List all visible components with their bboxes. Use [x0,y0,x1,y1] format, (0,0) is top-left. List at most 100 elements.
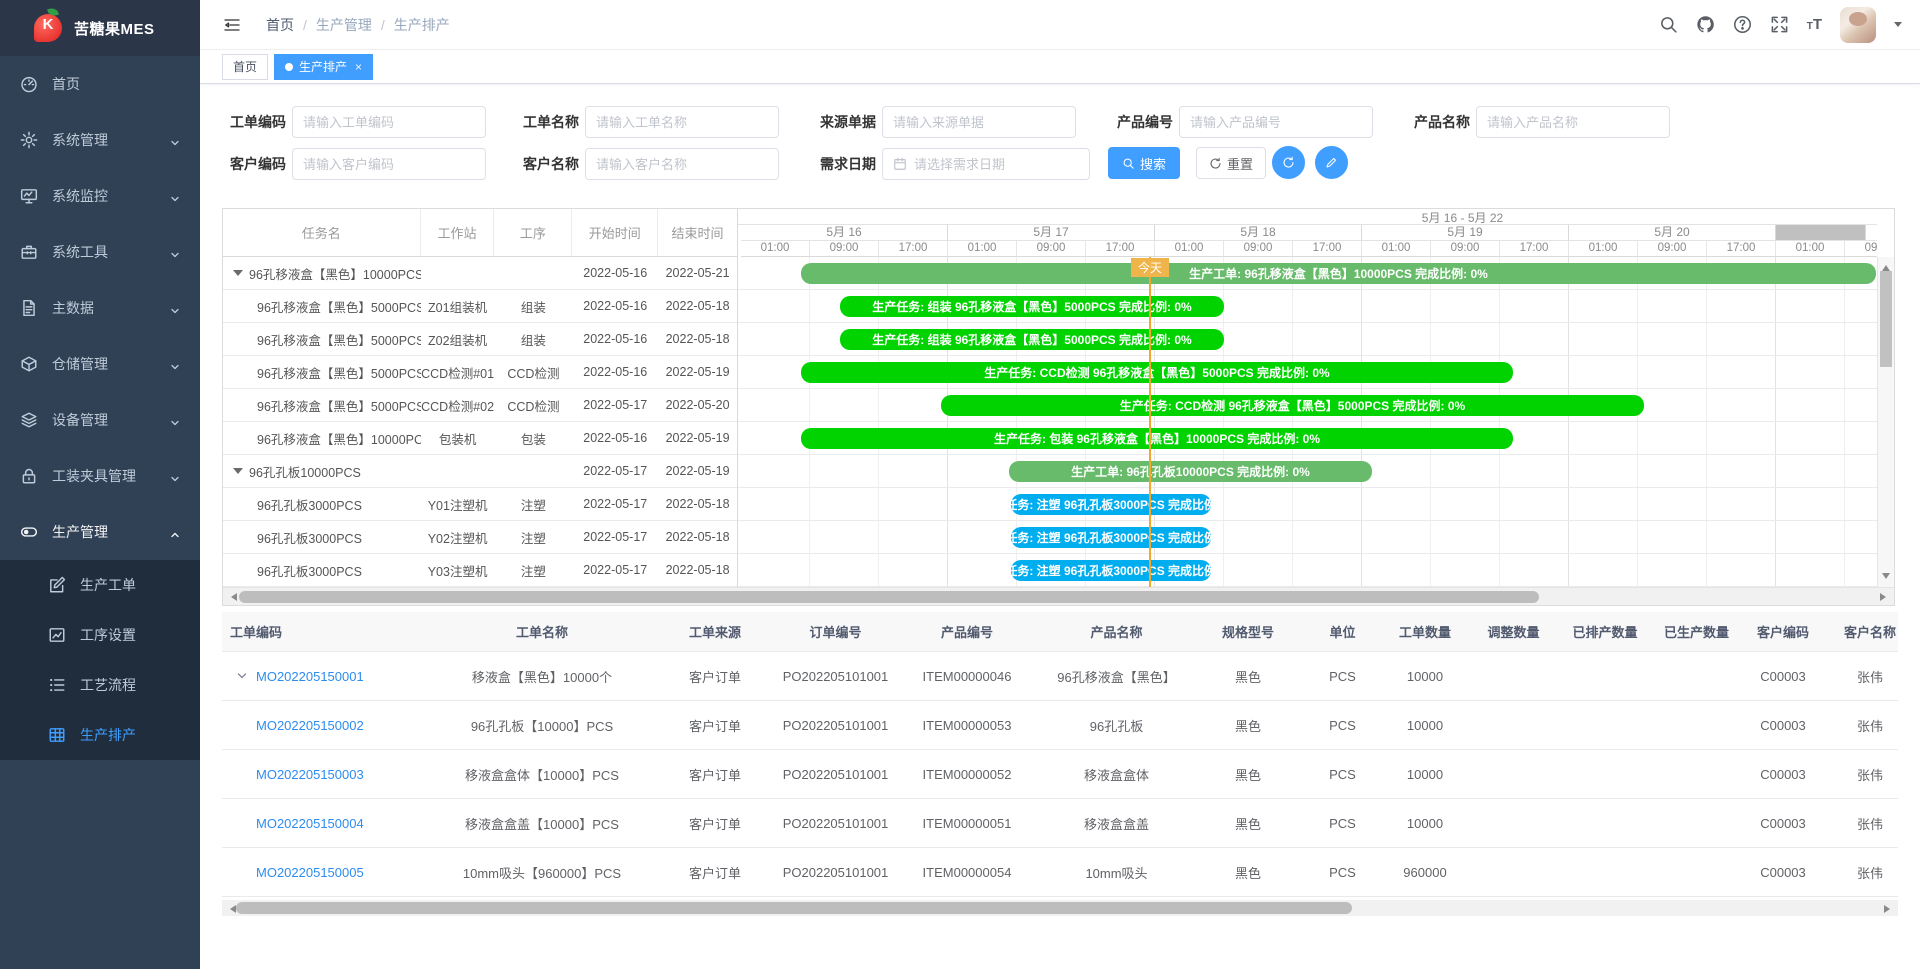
reset-button[interactable]: 重置 [1196,147,1266,179]
gantt-task-row[interactable]: 96孔孔板3000PCSY03注塑机注塑2022-05-172022-05-18 [223,554,737,587]
bar-label: 生产任务: 包装 96孔移液盒【黑色】10000PCS 完成比例: 0% [994,430,1320,447]
user-menu-caret-icon[interactable] [1894,22,1902,31]
edit-schedule-button[interactable] [1315,146,1348,179]
sidebar-item-system-mgmt[interactable]: 系统管理 [0,112,200,168]
breadcrumb-item[interactable]: 首页 [266,15,294,35]
user-avatar[interactable] [1840,7,1876,43]
gantt-task-row[interactable]: 96孔移液盒【黑色】5000PCSCCD检测#01CCD检测2022-05-16… [223,356,737,389]
work-order-link[interactable]: MO202205150001 [256,669,364,684]
gantt-task-row[interactable]: 96孔移液盒【黑色】10000PCS包装机包装2022-05-162022-05… [223,422,737,455]
gantt-horizontal-scrollbar[interactable] [223,587,1894,605]
gantt-task-row[interactable]: 96孔移液盒【黑色】5000PCSCCD检测#02CCD检测2022-05-17… [223,389,737,422]
github-icon[interactable] [1696,15,1715,34]
sidebar-item-production-mgmt[interactable]: 生产管理 [0,504,200,560]
table-horizontal-scrollbar[interactable] [222,900,1898,916]
process-cell: CCD检测 [495,363,573,382]
process-cell: 注塑 [495,495,573,514]
work-order-name-input[interactable]: 请输入工单名称 [585,106,779,138]
task-bar[interactable]: 生产任务: CCD检测 96孔移液盒【黑色】5000PCS 完成比例: 0% [801,362,1513,383]
task-bar[interactable]: 生产任务: 注塑 96孔孔板3000PCS 完成比例: 0% [1011,494,1211,515]
sidebar-item-warehouse-mgmt[interactable]: 仓储管理 [0,336,200,392]
row-expand-icon[interactable] [236,670,248,682]
collapse-caret-icon[interactable] [233,270,243,281]
customer-code-input[interactable]: 请输入客户编码 [292,148,486,180]
task-bar[interactable]: 生产任务: 组装 96孔移液盒【黑色】5000PCS 完成比例: 0% [840,329,1224,350]
customer-name-input[interactable]: 请输入客户名称 [585,148,779,180]
sidebar-item-master-data[interactable]: 主数据 [0,280,200,336]
collapse-caret-icon[interactable] [233,468,243,479]
product-name-input[interactable]: 请输入产品名称 [1476,106,1670,138]
table-row[interactable]: MO20220515000510mm吸头【960000】PCS客户订单PO202… [222,848,1898,897]
table-row[interactable]: MO20220515000296孔孔板【10000】PCS客户订单PO20220… [222,701,1898,750]
gantt-task-row[interactable]: 96孔孔板3000PCSY02注塑机注塑2022-05-172022-05-18 [223,521,737,554]
table-row[interactable]: MO202205150003移液盒盒体【10000】PCS客户订单PO20220… [222,750,1898,799]
work-order-bar[interactable]: 生产工单: 96孔孔板10000PCS 完成比例: 0% [1009,461,1372,482]
scroll-up-arrow[interactable] [1882,261,1890,271]
table-column-header: 产品编号 [894,622,1040,641]
gantt-task-row[interactable]: 96孔移液盒【黑色】10000PCS2022-05-162022-05-21 [223,257,737,290]
sidebar-item-process-setting[interactable]: 工序设置 [0,610,200,660]
demand-date-input[interactable]: 请选择需求日期 [882,148,1090,180]
sidebar-collapse-icon[interactable] [222,17,242,33]
table-column-header: 订单编号 [777,622,894,641]
search-icon[interactable] [1659,15,1678,34]
fullscreen-icon[interactable] [1770,15,1789,34]
gantt-task-row[interactable]: 96孔孔板3000PCSY01注塑机注塑2022-05-172022-05-18 [223,488,737,521]
task-name-cell: 96孔移液盒【黑色】5000PCS [223,396,421,415]
pen-icon [1325,156,1338,169]
work-order-link[interactable]: MO202205150004 [256,816,364,831]
work-order-link[interactable]: MO202205150005 [256,865,364,880]
work-order-bar[interactable]: 生产工单: 96孔移液盒【黑色】10000PCS 完成比例: 0% [801,263,1876,284]
gantt-task-row[interactable]: 96孔移液盒【黑色】5000PCSZ01组装机组装2022-05-162022-… [223,290,737,323]
scroll-right-arrow[interactable] [1884,905,1894,913]
sidebar-item-fixture-mgmt[interactable]: 工装夹具管理 [0,448,200,504]
dashboard-icon [20,75,38,93]
sidebar-item-work-order[interactable]: 生产工单 [0,560,200,610]
sidebar-item-process-flow[interactable]: 工艺流程 [0,660,200,710]
work-order-link[interactable]: MO202205150003 [256,767,364,782]
task-bar[interactable]: 生产任务: 注塑 96孔孔板3000PCS 完成比例: 0% [1011,527,1211,548]
work-order-code-input[interactable]: 请输入工单编码 [292,106,486,138]
scroll-down-arrow[interactable] [1882,573,1890,583]
breadcrumb-item[interactable]: 生产排产 [394,15,450,35]
cell-qty: 10000 [1382,816,1468,831]
search-button[interactable]: 搜索 [1108,147,1180,179]
scroll-left-arrow[interactable] [226,905,236,913]
scrollbar-thumb[interactable] [236,902,1352,914]
sidebar: K 苦糖果MES 首页系统管理系统监控系统工具主数据仓储管理设备管理工装夹具管理… [0,0,200,969]
chevron-down-icon [170,191,180,201]
work-order-link[interactable]: MO202205150002 [256,718,364,733]
task-bar[interactable]: 生产任务: 注塑 96孔孔板3000PCS 完成比例: 0% [1011,560,1211,581]
sidebar-item-system-monitor[interactable]: 系统监控 [0,168,200,224]
refresh-gantt-button[interactable] [1272,146,1305,179]
scrollbar-thumb[interactable] [239,591,1539,603]
breadcrumb-item[interactable]: 生产管理 [316,15,372,35]
sidebar-item-production-schedule[interactable]: 生产排产 [0,710,200,760]
source-doc-input[interactable]: 请输入来源单据 [882,106,1076,138]
start-time-cell: 2022-05-16 [572,332,658,346]
scrollbar-thumb[interactable] [1880,271,1892,367]
help-icon[interactable] [1733,15,1752,34]
tab-production-schedule[interactable]: 生产排产× [274,54,373,80]
start-time-cell: 2022-05-17 [572,563,658,577]
font-size-icon[interactable]: TT [1807,16,1822,33]
sidebar-item-home[interactable]: 首页 [0,56,200,112]
sidebar-item-system-tools[interactable]: 系统工具 [0,224,200,280]
gantt-task-row[interactable]: 96孔移液盒【黑色】5000PCSZ02组装机组装2022-05-162022-… [223,323,737,356]
gantt-task-row[interactable]: 96孔孔板10000PCS2022-05-172022-05-19 [223,455,737,488]
close-icon[interactable]: × [355,60,362,74]
task-name-cell: 96孔移液盒【黑色】5000PCS [223,330,421,349]
breadcrumb: 首页/生产管理/生产排产 [266,15,450,35]
tab-home[interactable]: 首页 [222,54,268,80]
product-code-input[interactable]: 请输入产品编号 [1179,106,1373,138]
cell-spec: 黑色 [1193,814,1303,833]
task-bar[interactable]: 生产任务: CCD检测 96孔移液盒【黑色】5000PCS 完成比例: 0% [941,395,1644,416]
sidebar-item-equipment-mgmt[interactable]: 设备管理 [0,392,200,448]
gantt-vertical-scrollbar[interactable] [1877,257,1894,587]
task-bar[interactable]: 生产任务: 包装 96孔移液盒【黑色】10000PCS 完成比例: 0% [801,428,1513,449]
scroll-right-arrow[interactable] [1880,593,1890,601]
table-row[interactable]: MO202205150001移液盒【黑色】10000个客户订单PO2022051… [222,652,1898,701]
task-bar[interactable]: 生产任务: 组装 96孔移液盒【黑色】5000PCS 完成比例: 0% [840,296,1224,317]
table-row[interactable]: MO202205150004移液盒盒盖【10000】PCS客户订单PO20220… [222,799,1898,848]
scroll-left-arrow[interactable] [227,593,237,601]
